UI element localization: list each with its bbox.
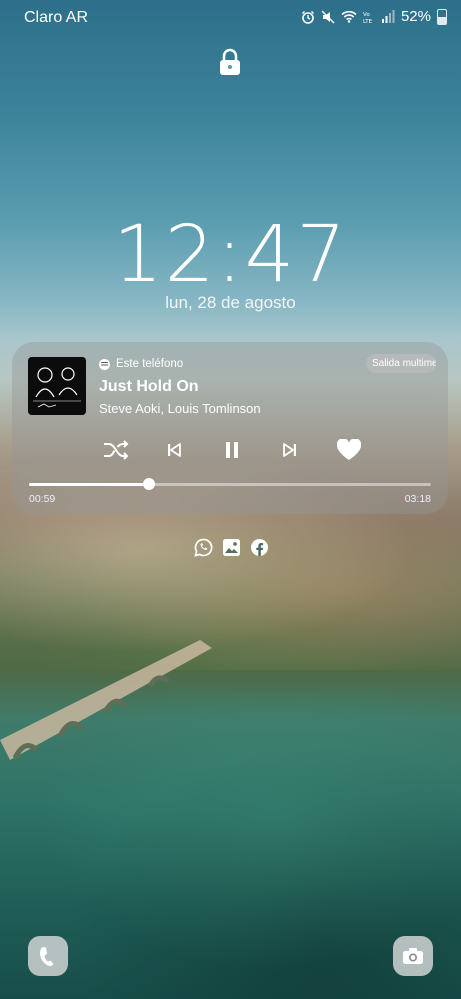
alarm-icon bbox=[301, 10, 314, 24]
previous-icon bbox=[168, 443, 181, 457]
spotify-icon bbox=[99, 358, 110, 370]
lockscreen-date: lun, 28 de agosto bbox=[165, 293, 296, 312]
gallery-icon[interactable] bbox=[222, 538, 241, 557]
mute-icon bbox=[321, 9, 335, 24]
facebook-icon[interactable] bbox=[250, 538, 269, 557]
pause-button[interactable] bbox=[219, 439, 245, 461]
track-artist: Steve Aoki, Louis Tomlinson bbox=[99, 401, 261, 416]
camera-icon bbox=[403, 948, 423, 964]
shuffle-icon bbox=[104, 440, 129, 460]
heart-icon bbox=[336, 439, 362, 460]
camera-shortcut[interactable] bbox=[393, 936, 433, 976]
seek-bar-progress bbox=[29, 483, 149, 486]
media-source: Este teléfono bbox=[99, 358, 183, 370]
wallpaper-bridge bbox=[0, 640, 212, 760]
clock-minutes: 47 bbox=[244, 210, 348, 300]
notification-icons[interactable] bbox=[194, 538, 269, 557]
pause-icon bbox=[226, 442, 238, 458]
seek-bar[interactable] bbox=[29, 478, 431, 490]
media-source-label: Este teléfono bbox=[116, 358, 184, 370]
lock-icon[interactable] bbox=[219, 48, 241, 76]
previous-button[interactable] bbox=[161, 439, 187, 461]
svg-text:Vo: Vo bbox=[363, 12, 370, 18]
next-button[interactable] bbox=[277, 439, 303, 461]
lockscreen-clock: 12:47 bbox=[0, 210, 461, 300]
whatsapp-icon[interactable] bbox=[194, 538, 213, 557]
seek-bar-thumb[interactable] bbox=[142, 478, 155, 490]
like-button[interactable] bbox=[335, 439, 363, 461]
album-art bbox=[28, 357, 86, 415]
phone-shortcut[interactable] bbox=[28, 936, 68, 976]
status-icons: Vo LTE 52% bbox=[301, 8, 447, 25]
battery-icon bbox=[437, 8, 447, 25]
svg-text:LTE: LTE bbox=[363, 19, 373, 24]
total-duration: 03:18 bbox=[404, 493, 431, 505]
battery-percent: 52% bbox=[400, 8, 431, 25]
media-output-button[interactable]: Salida multime... bbox=[366, 354, 436, 373]
track-title: Just Hold On bbox=[99, 378, 199, 395]
signal-icon bbox=[381, 10, 395, 23]
volte-icon: VoLTE bbox=[363, 12, 373, 24]
status-bar: Claro AR Vo LTE 52% bbox=[0, 0, 461, 36]
next-icon bbox=[283, 443, 296, 457]
elapsed-time: 00:59 bbox=[29, 493, 56, 505]
clock-separator: : bbox=[216, 210, 245, 300]
media-player-card[interactable]: Este teléfono Salida multime... Just Hol… bbox=[12, 342, 448, 514]
wifi-icon bbox=[341, 10, 357, 23]
clock-hours: 12 bbox=[113, 210, 217, 300]
phone-icon bbox=[40, 947, 54, 967]
album-art-image bbox=[28, 357, 86, 415]
carrier-name: Claro AR bbox=[24, 9, 89, 26]
shuffle-button[interactable] bbox=[103, 439, 129, 461]
